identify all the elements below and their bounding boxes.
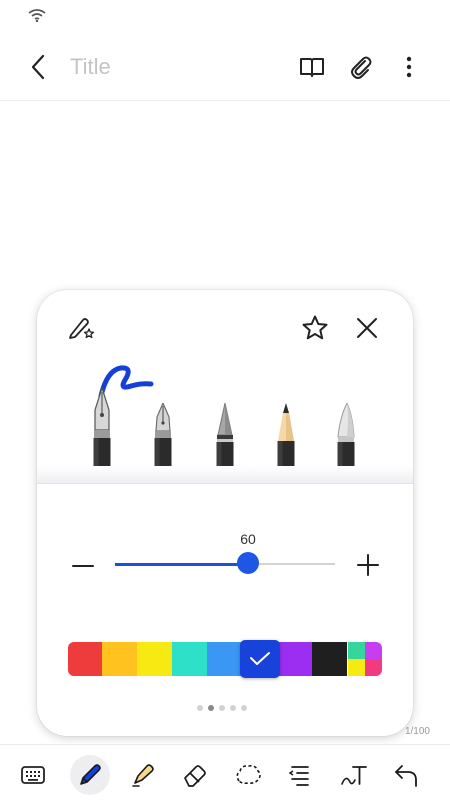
title-input[interactable] xyxy=(70,50,270,84)
selected-color-swatch[interactable] xyxy=(240,640,280,678)
back-arrow-icon xyxy=(31,54,45,80)
pen-size-control: 60 xyxy=(37,490,413,600)
color-swatch[interactable] xyxy=(207,642,242,676)
checkmark-icon xyxy=(250,652,270,665)
page-dot[interactable] xyxy=(230,705,236,711)
color-swatch[interactable] xyxy=(137,642,172,676)
color-swatch[interactable] xyxy=(102,642,137,676)
close-panel-button[interactable] xyxy=(351,312,383,344)
more-options-button[interactable] xyxy=(394,52,424,82)
pen-settings-panel: 60 xyxy=(37,290,413,736)
pen-favorite-edit-button[interactable] xyxy=(65,312,97,344)
book-icon xyxy=(300,58,324,77)
text-convert-tool-button[interactable] xyxy=(334,755,374,795)
lasso-tool-button[interactable] xyxy=(228,755,268,795)
page-dot[interactable] xyxy=(219,705,225,711)
eraser-icon xyxy=(184,765,206,787)
color-swatch[interactable] xyxy=(277,642,312,676)
reading-mode-button[interactable] xyxy=(297,52,327,82)
custom-color-swatch[interactable] xyxy=(348,642,382,676)
pen-tray xyxy=(37,466,413,484)
color-swatch[interactable] xyxy=(172,642,207,676)
page-dot[interactable] xyxy=(197,705,203,711)
color-swatch[interactable] xyxy=(312,642,347,676)
highlighter-tool-button[interactable] xyxy=(123,755,163,795)
page-dot[interactable] xyxy=(241,705,247,711)
size-slider[interactable] xyxy=(115,552,335,574)
pen-selector xyxy=(37,350,413,484)
pen-icon xyxy=(80,764,101,785)
keyboard-button[interactable] xyxy=(13,755,53,795)
page-count: 1/100 xyxy=(404,726,430,737)
close-icon xyxy=(357,318,377,338)
paperclip-icon xyxy=(351,56,372,79)
custom-color-segment xyxy=(348,659,365,676)
size-value-label: 60 xyxy=(240,531,256,547)
size-slider-thumb[interactable] xyxy=(237,552,259,574)
custom-color-segment xyxy=(365,642,382,659)
more-vertical-icon xyxy=(406,56,412,78)
text-align-tool-button[interactable] xyxy=(281,755,321,795)
increase-size-button[interactable] xyxy=(355,552,381,578)
undo-button[interactable] xyxy=(386,755,426,795)
app-bar xyxy=(0,40,450,94)
header-divider xyxy=(0,100,450,101)
page-dot[interactable] xyxy=(208,705,214,711)
back-button[interactable] xyxy=(24,52,54,82)
lasso-icon xyxy=(236,765,261,785)
pen-star-icon xyxy=(69,318,95,339)
text-align-icon xyxy=(288,766,309,786)
wifi-icon xyxy=(28,8,46,27)
color-swatch[interactable] xyxy=(68,642,102,676)
status-bar xyxy=(0,0,450,30)
undo-icon xyxy=(395,765,417,787)
keyboard-icon xyxy=(21,766,45,784)
eraser-tool-button[interactable] xyxy=(175,755,215,795)
star-icon xyxy=(302,315,328,340)
text-convert-icon xyxy=(341,766,367,785)
plus-icon xyxy=(357,554,379,576)
pen-tool-button[interactable] xyxy=(70,755,110,795)
panel-page-indicator xyxy=(193,702,263,714)
custom-color-segment xyxy=(348,642,365,659)
size-slider-fill xyxy=(115,562,248,566)
color-palette xyxy=(68,642,382,676)
minus-icon xyxy=(72,565,94,567)
attach-button[interactable] xyxy=(346,52,376,82)
bottom-toolbar xyxy=(0,744,450,800)
highlighter-icon xyxy=(132,764,154,787)
custom-color-segment xyxy=(365,659,382,676)
decrease-size-button[interactable] xyxy=(71,564,95,588)
add-favorite-button[interactable] xyxy=(299,312,331,344)
